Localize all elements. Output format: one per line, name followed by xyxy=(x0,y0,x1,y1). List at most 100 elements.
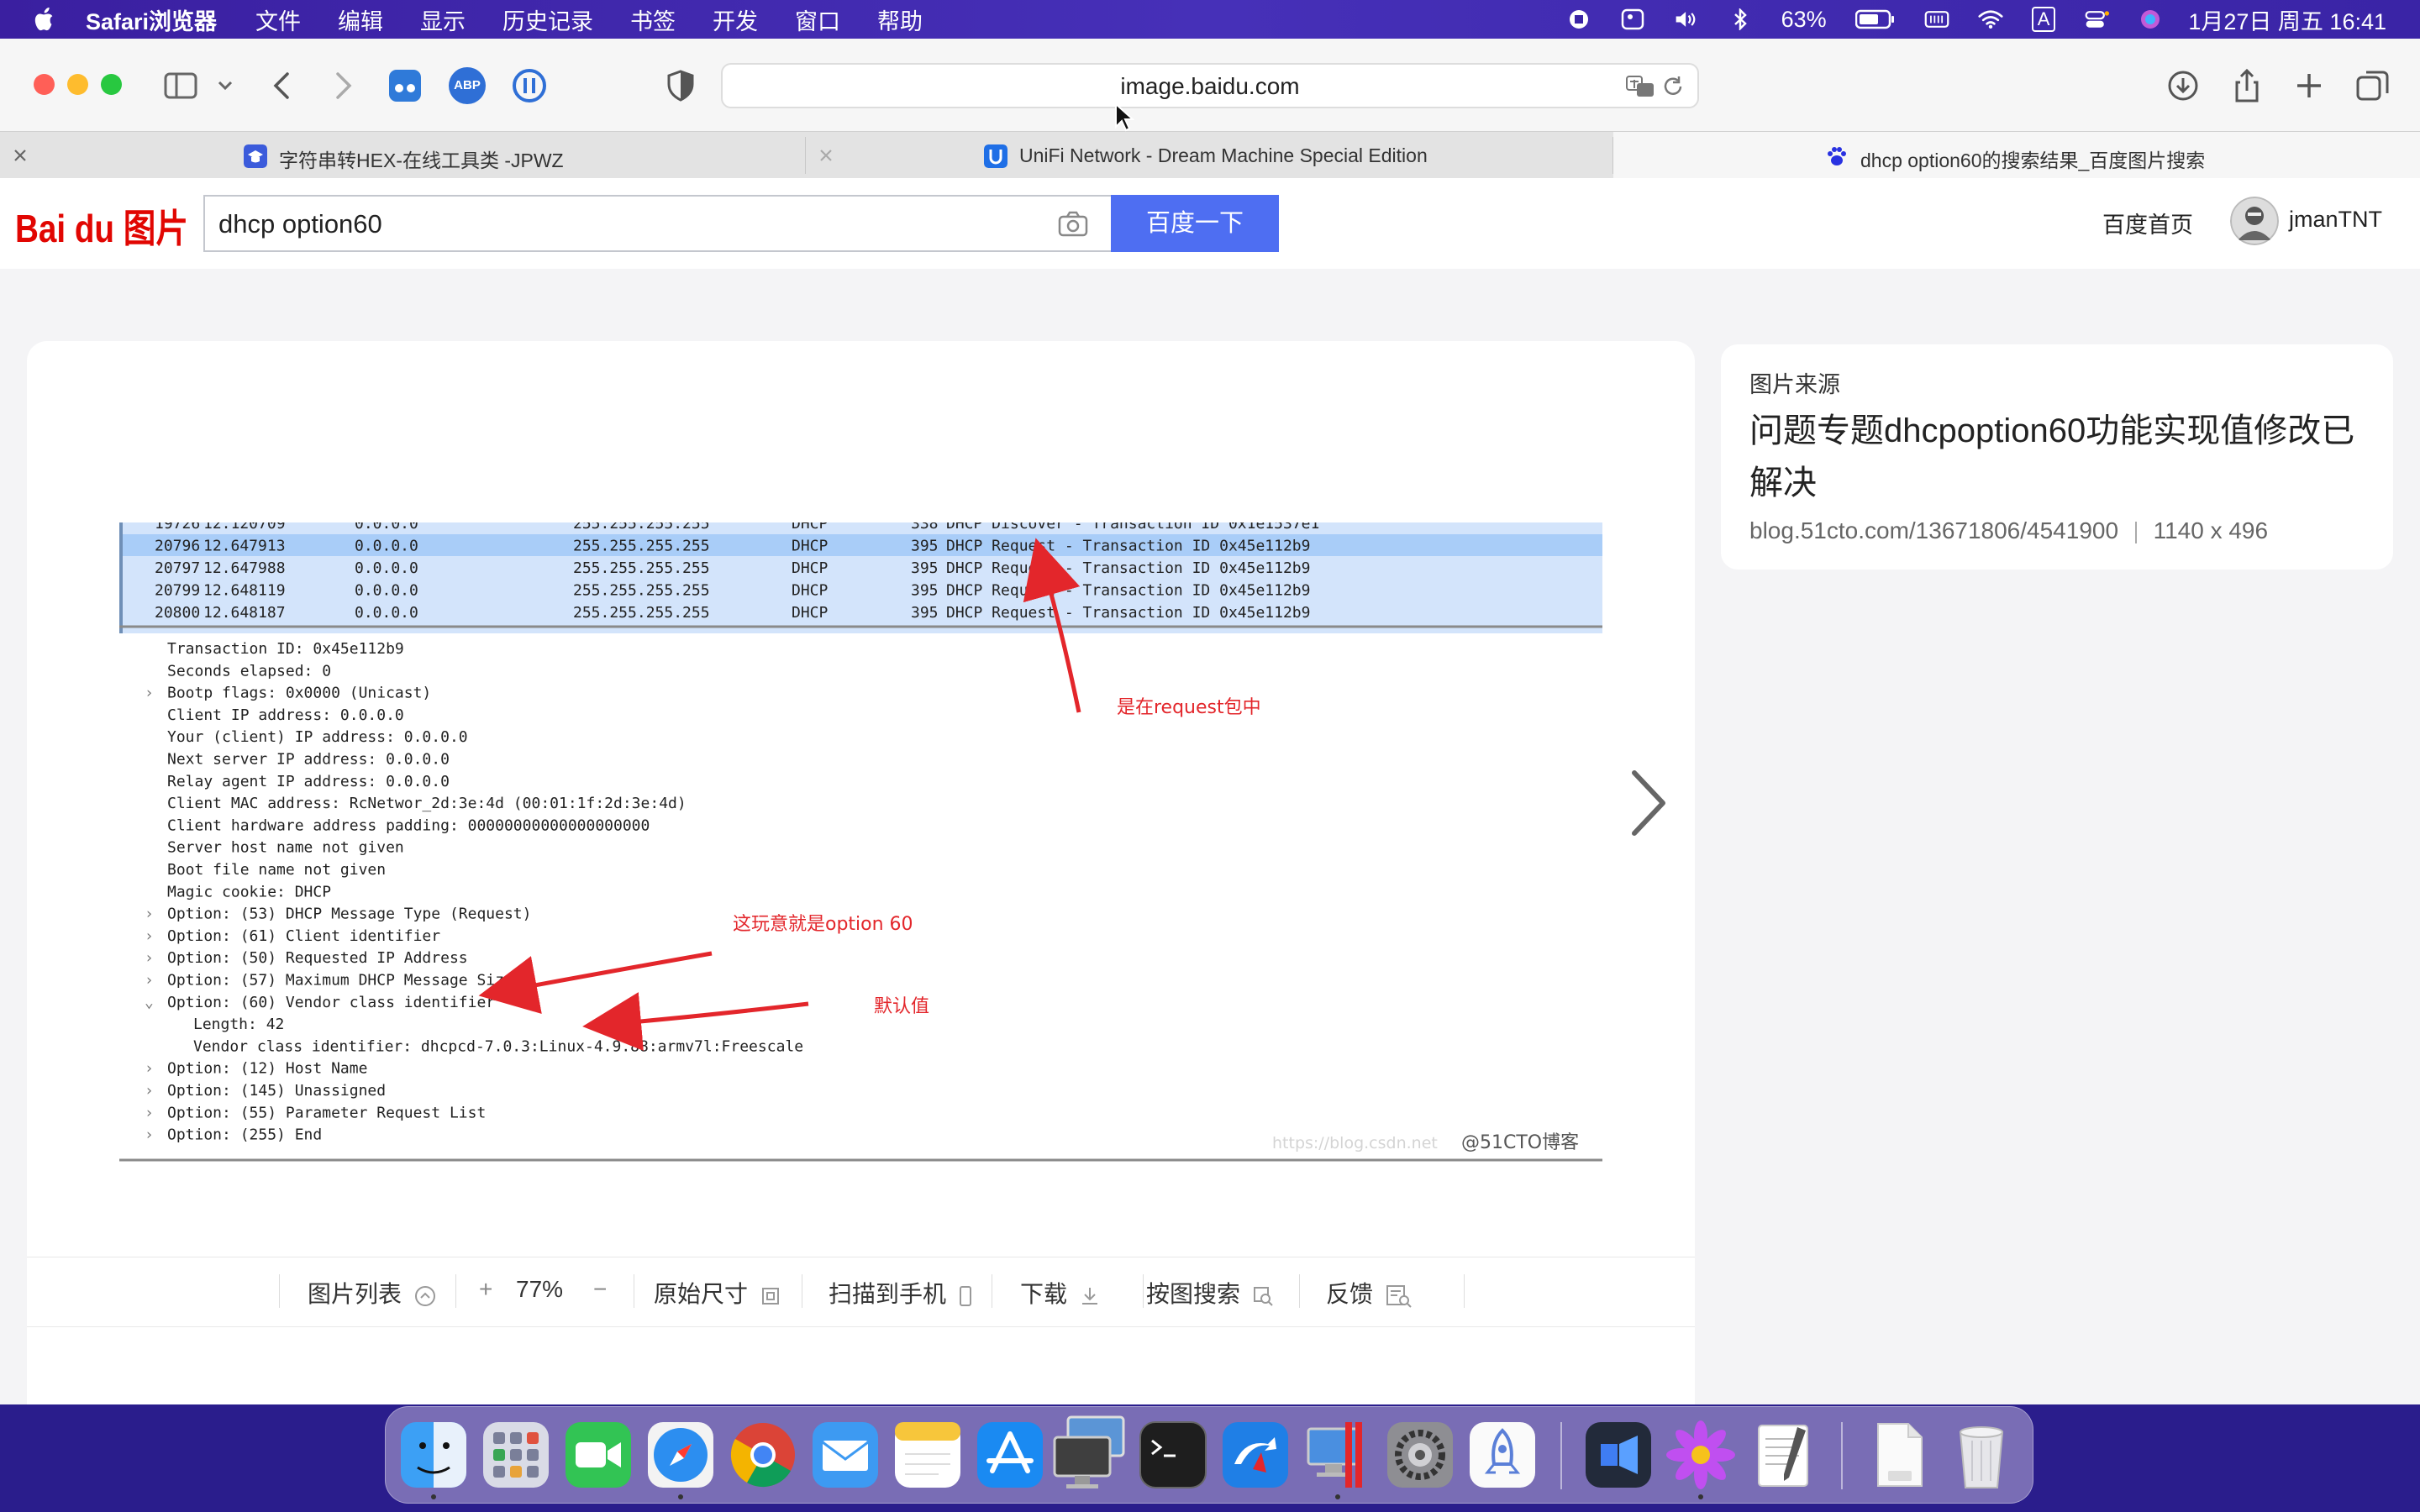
reload-icon[interactable] xyxy=(1660,74,1686,99)
pause-extension-icon[interactable] xyxy=(511,67,548,104)
system-preferences-icon[interactable] xyxy=(1384,1419,1456,1491)
menu-history[interactable]: 历史记录 xyxy=(502,3,593,36)
tab-overview-icon[interactable] xyxy=(2354,67,2391,104)
forward-icon[interactable] xyxy=(324,67,361,104)
translate-icon[interactable] xyxy=(1625,73,1655,100)
terminal-icon[interactable] xyxy=(1137,1419,1209,1491)
zoom-out-button[interactable]: − xyxy=(593,1276,607,1303)
menu-help[interactable]: 帮助 xyxy=(877,3,923,36)
search-box[interactable]: dhcp option60 xyxy=(203,195,1111,252)
screen-sharing-icon[interactable] xyxy=(1050,1412,1130,1493)
camera-icon[interactable] xyxy=(1057,210,1089,239)
zoom-in-button[interactable]: + xyxy=(479,1276,492,1303)
detail-row[interactable]: Length: 42 xyxy=(193,1016,284,1033)
input-method-indicator[interactable]: A xyxy=(2031,7,2056,32)
download-image-button[interactable]: 下载 xyxy=(1020,1276,1101,1310)
detail-row[interactable]: Client MAC address: RcNetwor_2d:3e:4d (0… xyxy=(167,795,687,812)
bluetooth-icon[interactable] xyxy=(1728,8,1753,30)
detail-row[interactable]: › Option: (50) Requested IP Address xyxy=(145,949,468,967)
menu-clock[interactable]: 1月27日 周五 16:41 xyxy=(2188,3,2386,36)
detail-row[interactable]: Client IP address: 0.0.0.0 xyxy=(167,706,404,724)
screen-icon[interactable] xyxy=(1620,8,1645,30)
back-icon[interactable] xyxy=(264,67,301,104)
app-store-icon[interactable] xyxy=(974,1419,1046,1491)
detail-row[interactable]: Vendor class identifier: dhcpcd-7.0.3:Li… xyxy=(193,1037,803,1055)
transmit-icon[interactable] xyxy=(1219,1419,1292,1491)
safari-icon[interactable] xyxy=(644,1419,717,1491)
search-input[interactable]: dhcp option60 xyxy=(218,209,382,239)
notes-icon[interactable] xyxy=(892,1419,964,1491)
close-tab-icon[interactable] xyxy=(10,145,30,165)
detail-row[interactable]: › Option: (145) Unassigned xyxy=(145,1082,386,1100)
detail-row[interactable]: › Option: (255) End xyxy=(145,1126,322,1144)
detail-row[interactable]: Transaction ID: 0x45e112b9 xyxy=(167,640,404,658)
address-bar[interactable]: image.baidu.com xyxy=(721,63,1699,108)
textedit-icon[interactable] xyxy=(1747,1419,1819,1491)
menu-app-name[interactable]: Safari浏览器 xyxy=(86,3,217,36)
baidu-home-link[interactable]: 百度首页 xyxy=(2102,207,2193,239)
source-url-link[interactable]: blog.51cto.com/13671806/4541900 xyxy=(1749,517,2118,543)
volume-icon[interactable] xyxy=(1674,8,1699,30)
menu-edit[interactable]: 编辑 xyxy=(338,3,383,36)
search-by-image-button[interactable]: 按图搜索 xyxy=(1146,1276,1274,1310)
wireshark-capture-image[interactable]: 19726 12.120709 0.0.0.0 255.255.255.255 DHCP… xyxy=(119,522,1602,1165)
detail-row[interactable]: ⌄ Option: (60) Vendor class identifier xyxy=(145,994,495,1011)
tab-jpwz[interactable]: 字符串转HEX-在线工具类 -JPWZ xyxy=(0,132,805,179)
detail-row[interactable]: Next server IP address: 0.0.0.0 xyxy=(167,751,450,769)
detail-row[interactable]: › Option: (12) Host Name xyxy=(145,1060,367,1078)
detail-row[interactable]: Relay agent IP address: 0.0.0.0 xyxy=(167,773,450,790)
chevron-down-icon[interactable] xyxy=(213,67,237,104)
facetime-icon[interactable] xyxy=(562,1419,634,1491)
menu-develop[interactable]: 开发 xyxy=(713,3,758,36)
detail-row[interactable]: › Bootp flags: 0x0000 (Unicast) xyxy=(145,685,431,702)
control-center-icon[interactable] xyxy=(2084,8,2110,30)
battery-icon[interactable] xyxy=(1854,9,1896,29)
apple-icon[interactable] xyxy=(34,7,57,32)
finder-icon[interactable] xyxy=(397,1419,470,1491)
user-avatar[interactable] xyxy=(2230,197,2279,245)
download-icon[interactable] xyxy=(2165,67,2202,104)
wifi-icon[interactable] xyxy=(1978,8,2003,30)
menu-file[interactable]: 文件 xyxy=(255,3,301,36)
detail-row[interactable]: › Option: (57) Maximum DHCP Message Size xyxy=(145,972,513,990)
detail-row[interactable]: Server host name not given xyxy=(167,839,404,857)
tab-baidu-active[interactable]: dhcp option60的搜索结果_百度图片搜索 xyxy=(1613,132,2420,179)
launchpad-icon[interactable] xyxy=(480,1419,552,1491)
parallels-icon[interactable] xyxy=(1302,1419,1374,1491)
source-title-link[interactable]: 问题专题dhcpoption60功能实现值修改已解决 xyxy=(1749,405,2371,509)
search-button[interactable]: 百度一下 xyxy=(1111,195,1279,252)
detail-row[interactable]: Client hardware address padding: 0000000… xyxy=(167,816,650,834)
username[interactable]: jmanTNT xyxy=(2289,207,2382,233)
original-size-button[interactable]: 原始尺寸 xyxy=(654,1276,781,1310)
detail-row[interactable]: › Option: (61) Client identifier xyxy=(145,927,440,945)
minimize-window-button[interactable] xyxy=(67,74,88,95)
trash-icon[interactable] xyxy=(1945,1419,2018,1491)
siri-icon[interactable] xyxy=(2138,8,2163,30)
detail-row[interactable]: Your (client) IP address: 0.0.0.0 xyxy=(167,728,468,746)
image-list-button[interactable]: 图片列表 xyxy=(308,1276,437,1310)
scan-to-phone-button[interactable]: 扫描到手机 xyxy=(829,1276,973,1310)
menu-window[interactable]: 窗口 xyxy=(795,3,840,36)
detail-row[interactable]: Magic cookie: DHCP xyxy=(167,883,331,900)
detail-row[interactable]: › Option: (53) DHCP Message Type (Request… xyxy=(145,906,531,923)
chrome-icon[interactable] xyxy=(727,1419,799,1491)
tab-unifi[interactable]: UniFi Network - Dream Machine Special Ed… xyxy=(806,132,1612,179)
detail-row[interactable]: Boot file name not given xyxy=(167,861,386,879)
text-document-icon[interactable] xyxy=(1863,1419,1935,1491)
url-text[interactable]: image.baidu.com xyxy=(723,73,1697,100)
menu-view[interactable]: 显示 xyxy=(420,3,466,36)
mail-icon[interactable] xyxy=(809,1419,881,1491)
baidu-image-logo[interactable]: Bai du 图片 xyxy=(15,190,192,254)
close-tab-icon[interactable] xyxy=(816,145,836,165)
detail-row[interactable]: Seconds elapsed: 0 xyxy=(167,662,331,680)
flower-app-icon[interactable] xyxy=(1665,1419,1737,1491)
adblock-plus-icon[interactable]: ABP xyxy=(449,67,486,104)
video-app-icon[interactable] xyxy=(1582,1419,1655,1491)
next-image-arrow-icon[interactable] xyxy=(1628,768,1670,838)
rocket-icon[interactable] xyxy=(1466,1419,1539,1491)
close-window-button[interactable] xyxy=(34,74,55,95)
extension-tab-icon[interactable] xyxy=(387,67,424,104)
menu-bookmarks[interactable]: 书签 xyxy=(630,3,676,36)
share-icon[interactable] xyxy=(2228,67,2265,104)
sidebar-toggle-icon[interactable] xyxy=(163,67,200,104)
